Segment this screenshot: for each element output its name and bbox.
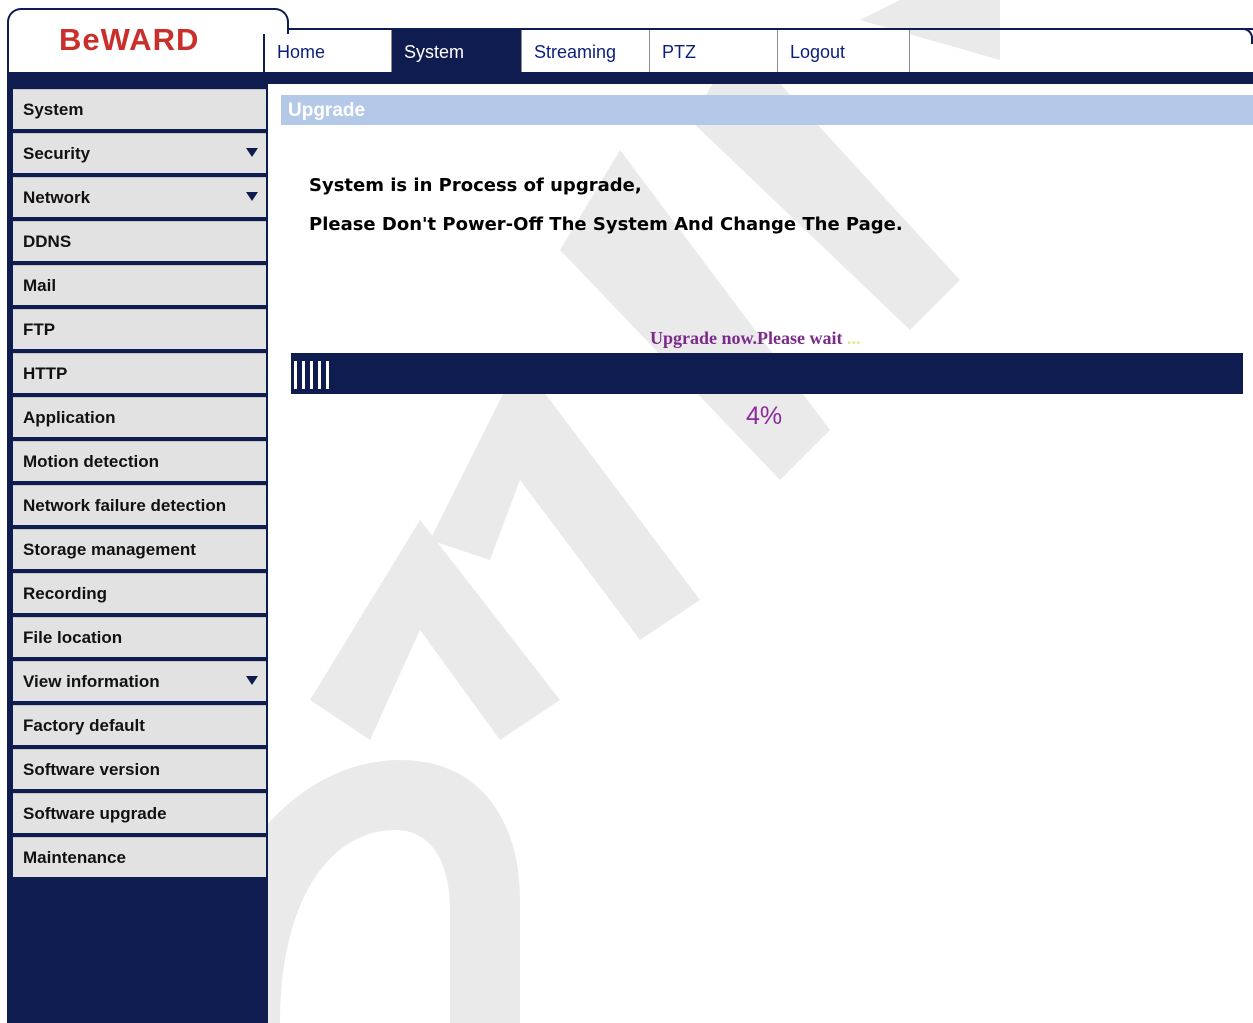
sidebar-item-label: FTP <box>23 320 56 339</box>
upgrade-message-line2: Please Don't Power-Off The System And Ch… <box>309 214 903 235</box>
progress-percent: 4% <box>746 402 783 430</box>
sidebar-item-label: Factory default <box>23 716 145 735</box>
sidebar-item-view-information[interactable]: View information <box>13 661 266 701</box>
sidebar-item-label: Mail <box>23 276 57 295</box>
sidebar-item-label: Application <box>23 408 116 427</box>
sidebar-item-label: DDNS <box>23 232 72 251</box>
upgrade-wait-text: Upgrade now.Please wait ... <box>650 328 861 349</box>
sidebar-item-label: Network failure detection <box>23 496 227 515</box>
sidebar-item-security[interactable]: Security <box>13 133 266 173</box>
sidebar-item-network-failure-detection[interactable]: Network failure detection <box>13 485 266 525</box>
wait-text: Upgrade now.Please wait <box>650 328 843 348</box>
dropdown-arrow-icon <box>246 192 258 201</box>
sidebar-item-software-version[interactable]: Software version <box>13 749 266 789</box>
upgrade-progress-bar <box>291 353 1243 394</box>
sidebar-item-software-upgrade[interactable]: Software upgrade <box>13 793 266 833</box>
beward-logo: BeWARD <box>59 22 200 57</box>
sidebar-item-ftp[interactable]: FTP <box>13 309 266 349</box>
section-title: Upgrade <box>281 95 1253 125</box>
sidebar-item-label: Recording <box>23 584 108 603</box>
header-line-end <box>1241 28 1253 44</box>
sidebar-item-system[interactable]: System <box>13 89 266 129</box>
sidebar-item-file-location[interactable]: File location <box>13 617 266 657</box>
sidebar-item-recording[interactable]: Recording <box>13 573 266 613</box>
tab-underline <box>265 72 1253 84</box>
sidebar-item-label: Network <box>23 188 91 207</box>
tab-logout[interactable]: Logout <box>778 30 910 72</box>
sidebar: System Security Network DDNS Mail FTP HT… <box>7 72 268 1023</box>
sidebar-item-label: Maintenance <box>23 848 126 867</box>
tab-home[interactable]: Home <box>265 30 392 72</box>
sidebar-item-label: Security <box>23 144 91 163</box>
sidebar-item-label: Storage management <box>23 540 196 559</box>
wait-dots: ... <box>847 328 861 348</box>
sidebar-item-label: Software upgrade <box>23 804 167 823</box>
tab-streaming[interactable]: Streaming <box>522 30 650 72</box>
dropdown-arrow-icon <box>246 676 258 685</box>
sidebar-item-storage-management[interactable]: Storage management <box>13 529 266 569</box>
sidebar-item-label: Motion detection <box>23 452 159 471</box>
logo-area: BeWARD <box>7 8 289 72</box>
sidebar-item-maintenance[interactable]: Maintenance <box>13 837 266 877</box>
sidebar-item-factory-default[interactable]: Factory default <box>13 705 266 745</box>
sidebar-item-ddns[interactable]: DDNS <box>13 221 266 261</box>
sidebar-item-motion-detection[interactable]: Motion detection <box>13 441 266 481</box>
sidebar-item-mail[interactable]: Mail <box>13 265 266 305</box>
upgrade-message-line1: System is in Process of upgrade, <box>309 175 642 196</box>
top-nav: Home System Streaming PTZ Logout <box>265 30 910 72</box>
sidebar-item-label: System <box>23 100 84 119</box>
sidebar-item-http[interactable]: HTTP <box>13 353 266 393</box>
tab-system[interactable]: System <box>392 30 522 72</box>
sidebar-item-label: Software version <box>23 760 160 779</box>
sidebar-item-label: HTTP <box>23 364 68 383</box>
sidebar-item-network[interactable]: Network <box>13 177 266 217</box>
tab-ptz[interactable]: PTZ <box>650 30 778 72</box>
progress-fill <box>294 361 332 389</box>
sidebar-item-label: File location <box>23 628 123 647</box>
sidebar-item-label: View information <box>23 672 160 691</box>
dropdown-arrow-icon <box>246 148 258 157</box>
sidebar-item-application[interactable]: Application <box>13 397 266 437</box>
